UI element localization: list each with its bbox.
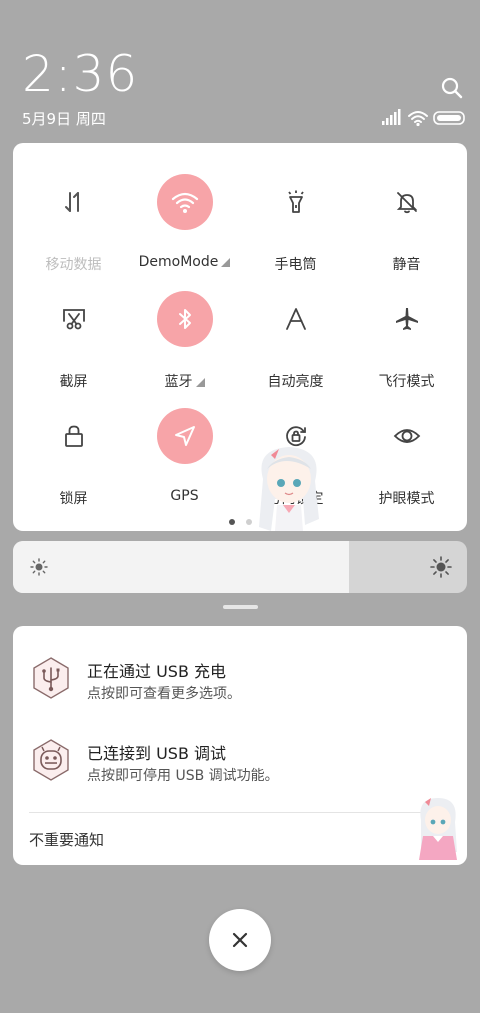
- tile-label: 手电筒: [239, 254, 352, 274]
- page-dot-active[interactable]: [229, 519, 235, 525]
- tile-label: 静音: [350, 254, 463, 274]
- brightness-fill: [13, 541, 349, 593]
- tile-label: GPS: [128, 488, 241, 504]
- wifi-status-icon: [408, 111, 428, 123]
- tile-label: 蓝牙: [128, 371, 241, 391]
- expand-triangle-icon: [195, 377, 205, 387]
- date-label: 5月9日 周四: [22, 110, 106, 128]
- tile-screenshot[interactable]: 截屏: [17, 277, 130, 390]
- close-icon: [232, 932, 248, 948]
- usb-debug-icon: [33, 739, 69, 781]
- divider: [29, 812, 454, 813]
- page-dot[interactable]: [246, 519, 252, 525]
- screenshot-icon: [46, 291, 102, 347]
- tile-label: 飞行模式: [350, 371, 463, 391]
- notification-usb-charging[interactable]: 正在通过 USB 充电 点按即可查看更多选项。: [13, 656, 467, 716]
- tile-label: 自动亮度: [239, 371, 352, 391]
- notification-panel: 正在通过 USB 充电 点按即可查看更多选项。 已连接到 USB 调试 点按即可…: [13, 626, 467, 865]
- less-important-notifications[interactable]: 不重要通知: [29, 829, 104, 850]
- tile-label: DemoMode: [128, 254, 241, 270]
- notification-subtitle: 点按即可停用 USB 调试功能。: [87, 768, 279, 784]
- tile-flashlight[interactable]: 手电筒: [239, 160, 352, 273]
- tile-label-text: DemoMode: [138, 254, 219, 270]
- wifi-icon: [157, 174, 213, 230]
- tile-location-arrow[interactable]: GPS: [128, 394, 241, 504]
- tile-label-text: GPS: [170, 488, 199, 504]
- tile-bluetooth[interactable]: 蓝牙: [128, 277, 241, 390]
- tile-label: 护眼模式: [350, 488, 463, 508]
- brightness-high-icon: [430, 556, 452, 578]
- eye-icon: [379, 408, 435, 464]
- tile-label-text: 蓝牙: [164, 374, 193, 390]
- close-button[interactable]: [209, 909, 271, 971]
- quick-settings-panel: 移动数据DemoMode手电筒静音截屏蓝牙自动亮度飞行模式锁屏GPS方向锁定护眼…: [13, 143, 467, 531]
- tile-label: 移动数据: [17, 254, 130, 274]
- notification-title: 正在通过 USB 充电: [87, 662, 227, 681]
- notification-title: 已连接到 USB 调试: [87, 744, 227, 763]
- tile-auto-brightness[interactable]: 自动亮度: [239, 277, 352, 390]
- battery-icon: [433, 111, 465, 125]
- brightness-slider[interactable]: [13, 541, 467, 593]
- drag-handle[interactable]: [223, 605, 258, 609]
- tile-label-text: 自动亮度: [267, 374, 324, 390]
- tile-label: 锁屏: [17, 488, 130, 508]
- character-illustration-small: [419, 798, 457, 860]
- tile-lock[interactable]: 锁屏: [17, 394, 130, 507]
- tile-label-text: 护眼模式: [378, 491, 435, 507]
- tile-label-text: 锁屏: [59, 491, 88, 507]
- usb-charging-icon: [33, 657, 69, 699]
- tile-airplane[interactable]: 飞行模式: [350, 277, 463, 390]
- airplane-icon: [379, 291, 435, 347]
- tile-label-text: 截屏: [59, 374, 88, 390]
- tile-label-text: 静音: [392, 257, 421, 273]
- mobile-data-icon: [46, 174, 102, 230]
- search-icon[interactable]: [440, 76, 464, 100]
- tile-eye[interactable]: 护眼模式: [350, 394, 463, 507]
- expand-triangle-icon: [221, 257, 231, 267]
- clock: 2:36: [22, 45, 139, 103]
- mute-bell-icon: [379, 174, 435, 230]
- tile-label-text: 手电筒: [274, 257, 317, 273]
- notification-usb-debug[interactable]: 已连接到 USB 调试 点按即可停用 USB 调试功能。: [13, 738, 467, 798]
- tile-mute-bell[interactable]: 静音: [350, 160, 463, 273]
- location-arrow-icon: [157, 408, 213, 464]
- bluetooth-icon: [157, 291, 213, 347]
- flashlight-icon: [268, 174, 324, 230]
- signal-icon: [382, 109, 401, 125]
- notification-subtitle: 点按即可查看更多选项。: [87, 686, 241, 702]
- tile-label: 截屏: [17, 371, 130, 391]
- character-illustration: [259, 447, 319, 531]
- status-icons: [382, 109, 465, 127]
- tile-mobile-data[interactable]: 移动数据: [17, 160, 130, 273]
- tile-wifi[interactable]: DemoMode: [128, 160, 241, 270]
- brightness-low-icon: [30, 558, 48, 576]
- lock-icon: [46, 408, 102, 464]
- tile-label-text: 移动数据: [45, 257, 102, 273]
- tile-label-text: 飞行模式: [378, 374, 435, 390]
- auto-brightness-icon: [268, 291, 324, 347]
